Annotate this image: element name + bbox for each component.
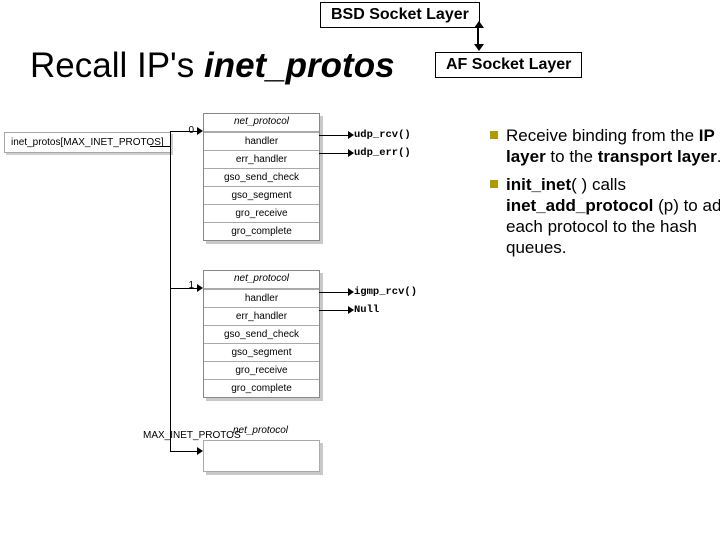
field-gso-segment-0: gso_segment bbox=[204, 186, 319, 204]
field-err-handler-1: err_handler bbox=[204, 307, 319, 325]
connector bbox=[319, 135, 349, 136]
callback-null: Null bbox=[354, 304, 379, 316]
connector bbox=[170, 131, 171, 451]
arrow-icon bbox=[348, 149, 354, 157]
text: init_inet bbox=[506, 175, 571, 194]
arrow-icon bbox=[348, 306, 354, 314]
field-gso-segment-1: gso_segment bbox=[204, 343, 319, 361]
bullet-2: init_inet( ) calls inet_add_protocol (p)… bbox=[490, 174, 720, 259]
struct-net-protocol-last bbox=[203, 440, 320, 472]
connector bbox=[319, 153, 349, 154]
arrow-icon bbox=[197, 284, 203, 292]
connector bbox=[319, 292, 349, 293]
arrow-icon bbox=[348, 131, 354, 139]
struct-net-protocol-1: net_protocol handler err_handler gso_sen… bbox=[203, 270, 320, 398]
struct-net-protocol-0: net_protocol handler err_handler gso_sen… bbox=[203, 113, 320, 241]
text: transport layer bbox=[598, 147, 717, 166]
field-gso-send-check-0: gso_send_check bbox=[204, 168, 319, 186]
field-err-handler-0: err_handler bbox=[204, 150, 319, 168]
arrow-icon bbox=[197, 127, 203, 135]
field-gro-complete-0: gro_complete bbox=[204, 222, 319, 240]
text: ( ) calls bbox=[571, 175, 626, 194]
connector bbox=[170, 451, 198, 452]
struct-header-last: net_protocol bbox=[203, 425, 318, 436]
index-1-label: 1 bbox=[182, 280, 194, 291]
text: inet_add_protocol bbox=[506, 196, 653, 215]
field-handler-0: handler bbox=[204, 132, 319, 150]
field-gro-receive-0: gro_receive bbox=[204, 204, 319, 222]
struct-header-1: net_protocol bbox=[204, 271, 319, 289]
struct-header-0: net_protocol bbox=[204, 114, 319, 132]
double-arrow-icon bbox=[477, 27, 479, 45]
bullet-1: Receive binding from the IP layer to the… bbox=[490, 125, 720, 168]
callback-igmp-rcv: igmp_rcv() bbox=[354, 286, 417, 298]
callback-udp-err: udp_err() bbox=[354, 147, 411, 159]
bullet-list: Receive binding from the IP layer to the… bbox=[450, 125, 720, 265]
page-title: Recall IP's inet_protos bbox=[30, 46, 395, 86]
array-label-box: inet_protos[MAX_INET_PROTOS] bbox=[4, 132, 171, 153]
field-gro-complete-1: gro_complete bbox=[204, 379, 319, 397]
connector bbox=[319, 310, 349, 311]
callback-udp-rcv: udp_rcv() bbox=[354, 129, 411, 141]
field-handler-1: handler bbox=[204, 289, 319, 307]
index-last-label: MAX_INET_PROTOS bbox=[143, 430, 199, 441]
af-layer-badge: AF Socket Layer bbox=[435, 52, 582, 78]
title-code: inet_protos bbox=[204, 46, 395, 85]
connector bbox=[170, 131, 198, 132]
bsd-layer-badge: BSD Socket Layer bbox=[320, 2, 480, 28]
field-gro-receive-1: gro_receive bbox=[204, 361, 319, 379]
title-prefix: Recall IP's bbox=[30, 46, 204, 85]
text: Receive binding from the bbox=[506, 126, 699, 145]
arrow-icon bbox=[197, 447, 203, 455]
arrow-icon bbox=[348, 288, 354, 296]
field-gso-send-check-1: gso_send_check bbox=[204, 325, 319, 343]
connector bbox=[150, 146, 170, 147]
connector bbox=[170, 288, 198, 289]
text: to the bbox=[546, 147, 598, 166]
